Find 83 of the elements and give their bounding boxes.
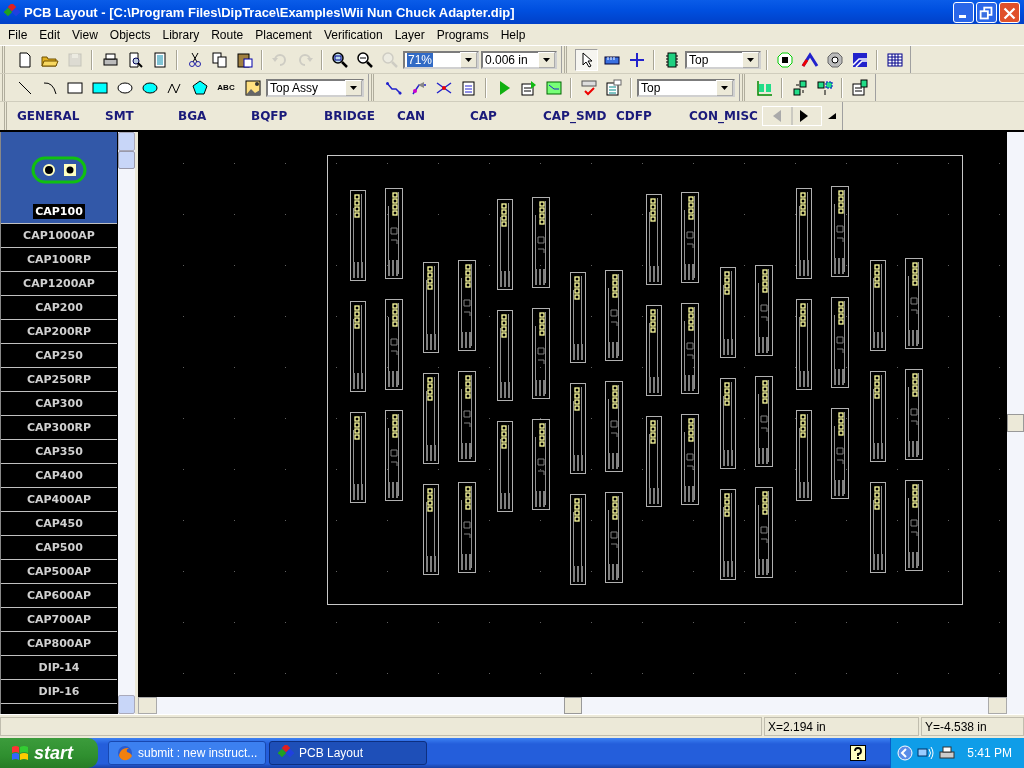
polygon-icon [190, 78, 209, 97]
library-tab[interactable]: CAP_SMD [543, 109, 616, 123]
pad-icon [775, 50, 794, 69]
component-item[interactable]: CAP100 [1, 132, 117, 224]
minimize-icon [959, 14, 966, 18]
board-view-icon [544, 78, 563, 97]
dropdown[interactable]: 71% [403, 50, 479, 69]
verify-icon [579, 78, 598, 97]
menu-item[interactable]: Programs [430, 27, 495, 42]
menu-item[interactable]: Edit [33, 27, 67, 42]
component-list-icon [850, 78, 869, 97]
dropdown-arrow-icon [747, 57, 754, 62]
swap-components-icon [790, 78, 809, 97]
picture-icon [243, 78, 262, 97]
y-coordinate: Y=-4.538 in [921, 717, 1024, 736]
canvas-vertical-scrollbar[interactable] [1007, 132, 1024, 714]
menu-item[interactable]: View [66, 27, 104, 42]
export-icon [519, 78, 538, 97]
overflow-caret-icon [828, 113, 836, 119]
dropdown-arrow-icon [465, 57, 472, 62]
library-tab[interactable]: CAN [397, 109, 470, 123]
menu-item[interactable]: Help [494, 27, 532, 42]
browser-icon [117, 745, 133, 761]
close-button[interactable] [999, 1, 1020, 23]
zoom-icon [380, 50, 399, 69]
x-coordinate: X=2.194 in [764, 717, 919, 736]
flag-icon [10, 744, 30, 762]
window-title: PCB Layout - [C:\Program Files\DipTrace\Examples\Wii Nun Chuck Adapter.dip] [24, 4, 516, 20]
taskbar-button[interactable]: PCB Layout [269, 741, 427, 765]
component-name: CAP100 [33, 204, 85, 219]
zoom-in-icon [330, 50, 349, 69]
zoom-out-icon [355, 50, 374, 69]
clipboard-icon [235, 50, 254, 69]
taskbar-button[interactable]: submit : new instruct... [108, 741, 266, 765]
library-tab[interactable]: CDFP [616, 109, 689, 123]
menu-item[interactable]: Placement [249, 27, 318, 42]
library-tab[interactable]: BRIDGE [324, 109, 397, 123]
dropdown[interactable]: Top [637, 78, 735, 97]
chevron-icon[interactable] [897, 745, 914, 761]
menu-item[interactable]: Layer [388, 27, 431, 42]
grid-icon [885, 50, 904, 69]
restore-button[interactable] [976, 1, 997, 23]
pointer-button[interactable] [575, 48, 598, 71]
tab-scroll-buttons[interactable] [762, 106, 822, 126]
dropdown[interactable]: Top [685, 50, 761, 69]
network-icon[interactable] [917, 745, 936, 761]
net-list-icon [459, 78, 478, 97]
printer-icon [100, 50, 119, 69]
menu-item[interactable]: Route [205, 27, 250, 42]
via-icon [825, 50, 844, 69]
library-tab[interactable]: BQFP [251, 109, 324, 123]
text-tool-button[interactable]: ABC [213, 76, 239, 99]
menu-item[interactable]: Objects [103, 27, 157, 42]
dropdown-arrow-icon [543, 57, 550, 62]
component-align-icon [755, 78, 774, 97]
help-icon[interactable] [850, 745, 867, 761]
library-tab[interactable]: BGA [178, 109, 251, 123]
clock: 5:41 PM [967, 746, 1012, 760]
crosshair-icon [627, 50, 646, 69]
library-tab[interactable]: CAP [470, 109, 543, 123]
library-tab[interactable]: GENERAL [17, 109, 105, 123]
list-scrollbar[interactable] [117, 132, 135, 714]
dropdown[interactable]: Top Assy [266, 78, 364, 97]
library-tab[interactable]: CON_MISC [689, 109, 762, 123]
minimize-button[interactable] [953, 1, 974, 23]
arc-pad-icon [800, 50, 819, 69]
capacitor-footprint-icon [31, 156, 87, 184]
library-tab[interactable]: SMT [105, 109, 178, 123]
printer-icon[interactable] [939, 745, 956, 761]
report-list-icon [604, 78, 623, 97]
menu-item[interactable]: Verification [317, 27, 389, 42]
arrows-icon [762, 106, 822, 126]
move-components-icon [815, 78, 834, 97]
dropdown[interactable]: 0.006 in [481, 50, 557, 69]
copper-pour-icon [850, 50, 869, 69]
pcb-canvas[interactable] [138, 132, 1007, 697]
menu-item[interactable]: Library [156, 27, 206, 42]
canvas-horizontal-scrollbar[interactable] [138, 697, 1007, 714]
menu-item[interactable]: File [2, 27, 34, 42]
copy-icon [210, 50, 229, 69]
dropdown-arrow-icon [721, 85, 728, 90]
dropdown-arrow-icon [350, 85, 357, 90]
start-button[interactable]: start [0, 738, 98, 768]
